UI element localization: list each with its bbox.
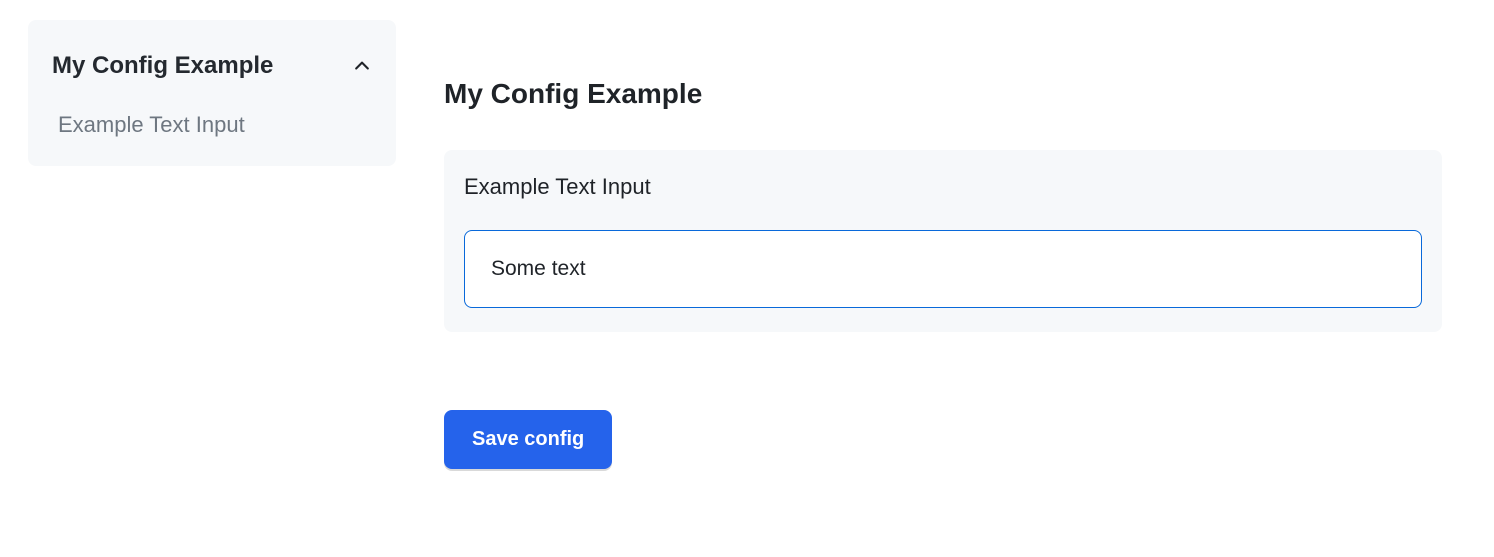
- sidebar-section-title: My Config Example: [52, 52, 273, 80]
- main-content: My Config Example Example Text Input Sav…: [444, 20, 1466, 537]
- field-label: Example Text Input: [464, 174, 1422, 200]
- example-text-input[interactable]: [464, 230, 1422, 308]
- chevron-up-icon: [352, 56, 372, 76]
- sidebar-section-header[interactable]: My Config Example: [48, 44, 376, 88]
- sidebar-items: Example Text Input: [48, 112, 376, 138]
- sidebar: My Config Example Example Text Input: [28, 20, 396, 166]
- field-card: Example Text Input: [444, 150, 1442, 332]
- sidebar-item-example-text-input[interactable]: Example Text Input: [58, 112, 376, 138]
- save-config-button[interactable]: Save config: [444, 410, 612, 469]
- page-title: My Config Example: [444, 78, 1466, 110]
